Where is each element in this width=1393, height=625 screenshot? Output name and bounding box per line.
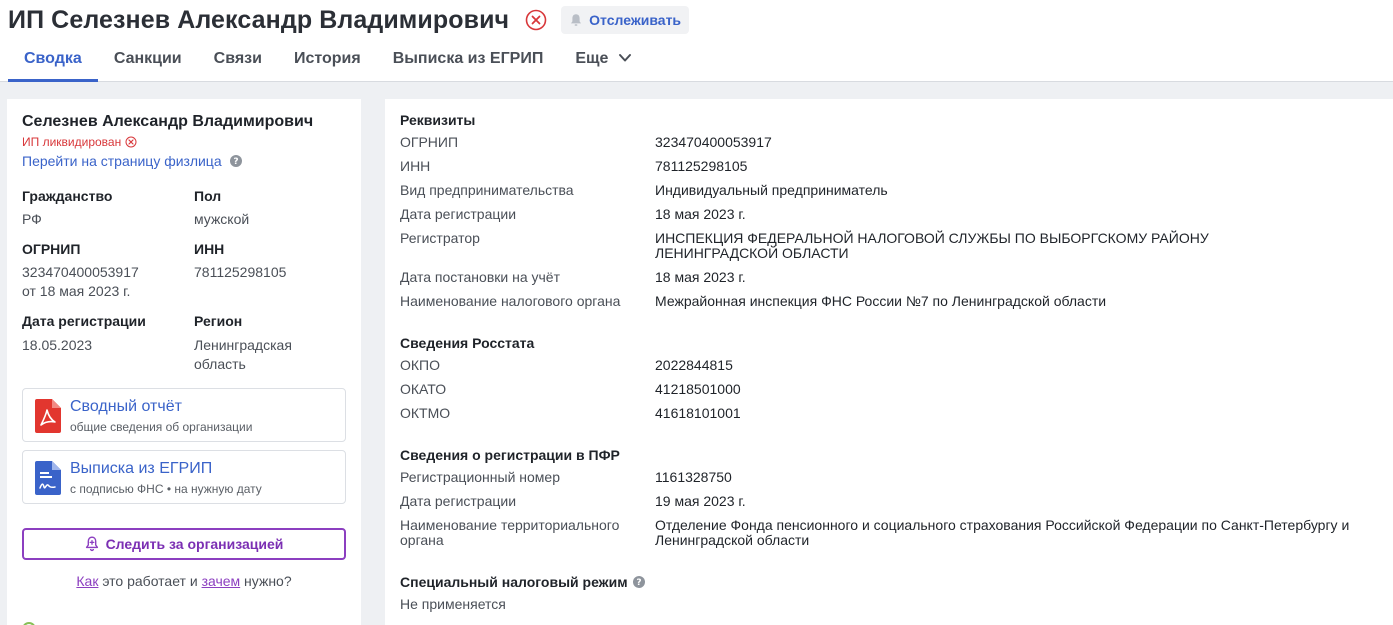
status-text: ИП ликвидирован [22,135,122,149]
region-value-line-2: область [194,356,246,372]
watch-organization-button[interactable]: Следить за организацией [22,528,346,560]
requisite-value: 18 мая 2023 г. [655,269,746,285]
why-link[interactable]: зачем [202,573,241,589]
entrepreneur-name: Селезнев Александр Владимирович [22,113,314,130]
sex-label: Пол [194,188,222,204]
pfr-value: 19 мая 2023 г. [655,493,746,509]
svg-text:?: ? [233,157,238,167]
ogrnip-label: ОГРНИП [22,241,81,257]
close-circle-icon [125,136,137,148]
egrip-extract-card[interactable]: Выписка из ЕГРИП с подписью ФНС • на нуж… [22,450,346,504]
summary-report-subtitle: общие сведения об организации [70,420,253,434]
tab-history[interactable]: История [278,40,377,82]
watch-organization-label: Следить за организацией [105,536,284,552]
person-page-link[interactable]: Перейти на страницу физлица ? [22,153,242,169]
egrip-extract-subtitle: с подписью ФНС • на нужную дату [70,482,262,496]
citizenship-value: РФ [22,211,42,227]
ogrnip-date: от 18 мая 2023 г. [22,283,131,299]
rosstat-label: ОКТМО [400,405,451,421]
page-title: ИП Селезнев Александр Владимирович [8,5,510,34]
pfr-label: Дата регистрации [400,493,517,509]
rosstat-value: 41218501000 [655,381,741,397]
requisite-label: Вид предпринимательства [400,182,574,198]
how-it-works-text: Как это работает и зачем нужно? [7,573,361,589]
pfr-label: Регистрационный номер [400,469,560,485]
requisite-label: Наименование налогового органа [400,293,621,309]
summary-report-title: Сводный отчёт [70,398,182,415]
registration-date-label: Дата регистрации [22,313,146,329]
pfr-section-title: Сведения о регистрации в ПФР [400,447,620,463]
pfr-value: Отделение Фонда пенсионного и социальног… [655,517,1350,548]
help-icon[interactable]: ? [229,155,242,167]
rosstat-section-title: Сведения Росстата [400,335,535,351]
how-middle-text: это работает и [98,573,202,589]
tab-egrip-extract[interactable]: Выписка из ЕГРИП [377,40,560,82]
citizenship-label: Гражданство [22,188,113,204]
summary-panel: Селезнев Александр Владимирович ИП ликви… [7,99,361,625]
rosstat-value: 41618101001 [655,405,741,421]
requisites-section-title: Реквизиты [400,112,476,128]
tab-connections[interactable]: Связи [198,40,278,82]
pdf-icon [35,399,61,433]
requisite-value: ИНСПЕКЦИЯ ФЕДЕРАЛЬНОЙ НАЛОГОВОЙ СЛУЖБЫ П… [655,230,1209,261]
inn-value: 781125298105 [194,264,287,280]
sex-value: мужской [194,211,250,227]
tab-more-label: Еще [575,50,609,67]
inn-label: ИНН [194,241,225,257]
bell-icon [569,13,583,27]
pfr-label: Наименование территориального органа [400,517,620,548]
ogrnip-value: 323470400053917 [22,264,139,280]
chevron-down-icon [618,41,632,62]
status-badge: ИП ликвидирован [22,135,137,149]
summary-report-card[interactable]: Сводный отчёт общие сведения об организа… [22,388,346,442]
region-label: Регион [194,313,243,329]
requisite-value: 781125298105 [655,158,748,174]
tax-regime-title: Специальный налоговый режим [400,574,628,590]
how-end-text: нужно? [240,573,292,589]
requisite-value: 18 мая 2023 г. [655,206,746,222]
tab-sanctions[interactable]: Санкции [98,40,198,82]
details-panel: Реквизиты ОГРНИП 323470400053917 ИНН 781… [385,99,1393,625]
region-value-line-1: Ленинградская [194,337,292,353]
tab-summary[interactable]: Сводка [8,40,98,82]
registration-date-value: 18.05.2023 [22,337,93,353]
requisite-label: Дата постановки на учёт [400,269,560,285]
follow-label: Отслеживать [589,12,682,28]
tax-regime-value: Не применяется [400,596,506,612]
pfr-value: 1161328750 [655,469,732,485]
requisite-value: Индивидуальный предприниматель [655,182,888,198]
requisite-label: ОГРНИП [400,134,459,150]
requisite-label: Дата регистрации [400,206,517,222]
how-link[interactable]: Как [76,573,98,589]
tab-more[interactable]: Еще [559,40,646,82]
top-bar: ИП Селезнев Александр Владимирович Отсле… [0,0,1393,82]
tab-bar: Сводка Санкции Связи История Выписка из … [8,40,646,82]
help-icon[interactable]: ? [632,576,645,588]
tax-regime-section-title: Специальный налоговый режим ? [400,574,645,590]
liquidated-icon [525,9,547,31]
person-page-link-label: Перейти на страницу физлица [22,153,222,169]
requisite-value: 323470400053917 [655,134,772,150]
requisite-label: ИНН [400,158,431,174]
title-row: ИП Селезнев Александр Владимирович Отсле… [8,4,690,36]
egrip-extract-title: Выписка из ЕГРИП [70,460,213,477]
rosstat-label: ОКАТО [400,381,447,397]
follow-button[interactable]: Отслеживать [561,6,690,34]
document-icon [35,461,61,495]
requisite-label: Регистратор [400,230,480,246]
requisite-value: Межрайонная инспекция ФНС России №7 по Л… [655,293,1107,309]
bell-plus-icon [85,536,99,552]
rosstat-label: ОКПО [400,357,440,373]
svg-text:?: ? [636,578,641,588]
rosstat-value: 2022844815 [655,357,733,373]
